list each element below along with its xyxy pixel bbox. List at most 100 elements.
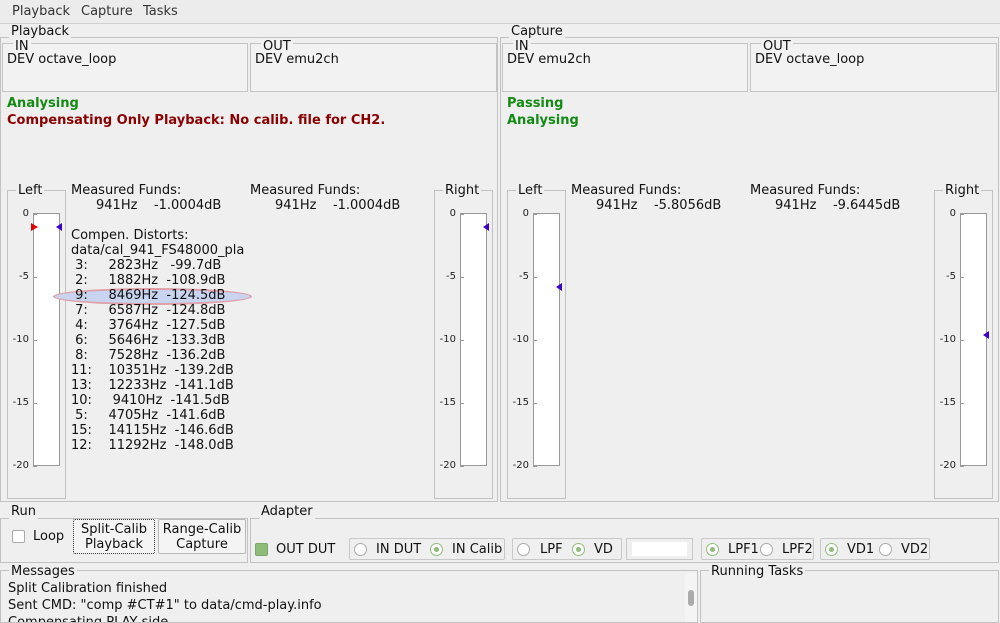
meter-tick-label: -10 — [939, 334, 956, 345]
meter-tick-line — [33, 340, 37, 341]
meter-tick-label: -10 — [439, 334, 456, 345]
adapter-title: Adapter — [259, 504, 315, 519]
capture-right-level-marker — [983, 331, 989, 339]
in-calib-radio[interactable] — [430, 543, 443, 556]
running-tasks-title: Running Tasks — [709, 564, 806, 579]
meter-tick-line — [33, 214, 37, 215]
range-calib-capture-button[interactable]: Range-Calib Capture — [158, 519, 246, 554]
meter-tick-line — [33, 403, 37, 404]
distorts-title: Compen. Distorts: — [71, 228, 189, 243]
messages-title: Messages — [9, 564, 77, 579]
meter-tick-label: -20 — [512, 460, 529, 471]
distortion-row: 12: 11292Hz -148.0dB — [71, 438, 234, 453]
capture-funds-right-value: 941Hz -9.6445dB — [775, 198, 901, 213]
playback-funds-left-value: 941Hz -1.0004dB — [96, 198, 222, 213]
meter-tick-line — [533, 277, 537, 278]
meter-tick-label: 0 — [449, 208, 456, 219]
meter-tick-label: -5 — [519, 271, 529, 282]
distorts-file: data/cal_941_FS48000_pla — [71, 243, 245, 258]
meter-tick-line — [33, 277, 37, 278]
distortion-row: 13: 12233Hz -141.1dB — [71, 378, 234, 393]
playback-left-meter-bar — [33, 213, 60, 466]
playback-in-dev: DEV octave_loop — [7, 52, 117, 67]
in-dut-radio[interactable] — [354, 543, 367, 556]
capture-out-dev: DEV octave_loop — [755, 52, 865, 67]
vd2-label: VD2 — [901, 542, 929, 557]
menu-tasks[interactable]: Tasks — [143, 4, 178, 19]
meter-tick-line — [460, 214, 464, 215]
meter-tick-label: -10 — [512, 334, 529, 345]
meter-tick-label: -20 — [12, 460, 29, 471]
meter-tick-label: 0 — [522, 208, 529, 219]
capture-funds-left-title: Measured Funds: — [571, 183, 682, 198]
distortion-row: 9: 8469Hz -124.5dB — [71, 288, 226, 303]
playback-funds-right-title: Measured Funds: — [250, 183, 361, 198]
meter-tick-label: -15 — [12, 397, 29, 408]
value-field[interactable] — [626, 538, 693, 560]
distortion-row: 5: 4705Hz -141.6dB — [71, 408, 226, 423]
split-calib-playback-button[interactable]: Split-Calib Playback — [73, 519, 155, 554]
playback-right-meter-bar — [460, 213, 487, 466]
meter-tick-line — [33, 466, 37, 467]
out-dut-checkbox[interactable] — [255, 543, 268, 556]
menu-playback[interactable]: Playback — [12, 4, 70, 19]
playback-status-compensating: Compensating Only Playback: No calib. fi… — [7, 113, 386, 128]
distortion-row: 4: 3764Hz -127.5dB — [71, 318, 226, 333]
distortion-row: 6: 5646Hz -133.3dB — [71, 333, 226, 348]
lpf2-label: LPF2 — [782, 542, 813, 557]
lpf-radio[interactable] — [517, 543, 530, 556]
playback-funds-left-title: Measured Funds: — [71, 183, 182, 198]
playback-right-label: Right — [443, 183, 482, 198]
meter-tick-label: -20 — [939, 460, 956, 471]
messages-scrollbar[interactable] — [685, 573, 697, 622]
playback-left-peak-marker — [31, 223, 38, 231]
lpf1-label: LPF1 — [728, 542, 759, 557]
lpf2-radio[interactable] — [760, 543, 773, 556]
meter-tick-label: -20 — [439, 460, 456, 471]
in-calib-label: IN Calib — [452, 542, 503, 557]
distortion-row: 10: 9410Hz -141.5dB — [71, 393, 230, 408]
loop-checkbox[interactable] — [12, 530, 25, 543]
playback-out-device: OUT DEV emu2ch — [250, 39, 497, 92]
vd2-radio[interactable] — [879, 543, 892, 556]
meter-tick-line — [960, 466, 964, 467]
capture-funds-left-value: 941Hz -5.8056dB — [596, 198, 722, 213]
meter-tick-label: -15 — [439, 397, 456, 408]
playback-left-label: Left — [16, 183, 45, 198]
capture-left-level-marker — [556, 283, 562, 291]
meter-tick-line — [533, 403, 537, 404]
lpf-label: LPF — [540, 542, 563, 557]
message-line: Split Calibration finished — [8, 581, 168, 596]
distortion-row: 11: 10351Hz -139.2dB — [71, 363, 234, 378]
capture-left-label: Left — [516, 183, 545, 198]
capture-in-dev: DEV emu2ch — [507, 52, 591, 67]
playback-status-analysing: Analysing — [7, 96, 79, 111]
capture-funds-right-title: Measured Funds: — [750, 183, 861, 198]
vd-radio[interactable] — [572, 543, 585, 556]
message-line: Compensating PLAY side — [8, 615, 169, 623]
lpf1-radio[interactable] — [706, 543, 719, 556]
playback-out-dev: DEV emu2ch — [255, 52, 339, 67]
meter-tick-line — [960, 214, 964, 215]
meter-tick-line — [533, 466, 537, 467]
playback-right-level-marker — [483, 223, 489, 231]
capture-right-label: Right — [943, 183, 982, 198]
playback-funds-right-value: 941Hz -1.0004dB — [275, 198, 401, 213]
playback-left-level-marker — [56, 223, 62, 231]
capture-panel — [500, 37, 999, 502]
vd1-radio[interactable] — [825, 543, 838, 556]
capture-out-device: OUT DEV octave_loop — [750, 39, 997, 92]
meter-tick-label: -10 — [12, 334, 29, 345]
meter-tick-line — [533, 214, 537, 215]
messages-panel: Split Calibration finished Sent CMD: "co… — [0, 570, 698, 623]
menu-capture[interactable]: Capture — [81, 4, 133, 19]
capture-title: Capture — [509, 24, 565, 39]
playback-title: Playback — [9, 24, 72, 39]
meter-tick-line — [460, 277, 464, 278]
in-dut-label: IN DUT — [376, 542, 422, 557]
capture-right-meter-bar — [960, 213, 987, 466]
distortion-row: 2: 1882Hz -108.9dB — [71, 273, 226, 288]
meter-tick-label: -15 — [939, 397, 956, 408]
meter-tick-line — [460, 403, 464, 404]
meter-tick-line — [460, 340, 464, 341]
